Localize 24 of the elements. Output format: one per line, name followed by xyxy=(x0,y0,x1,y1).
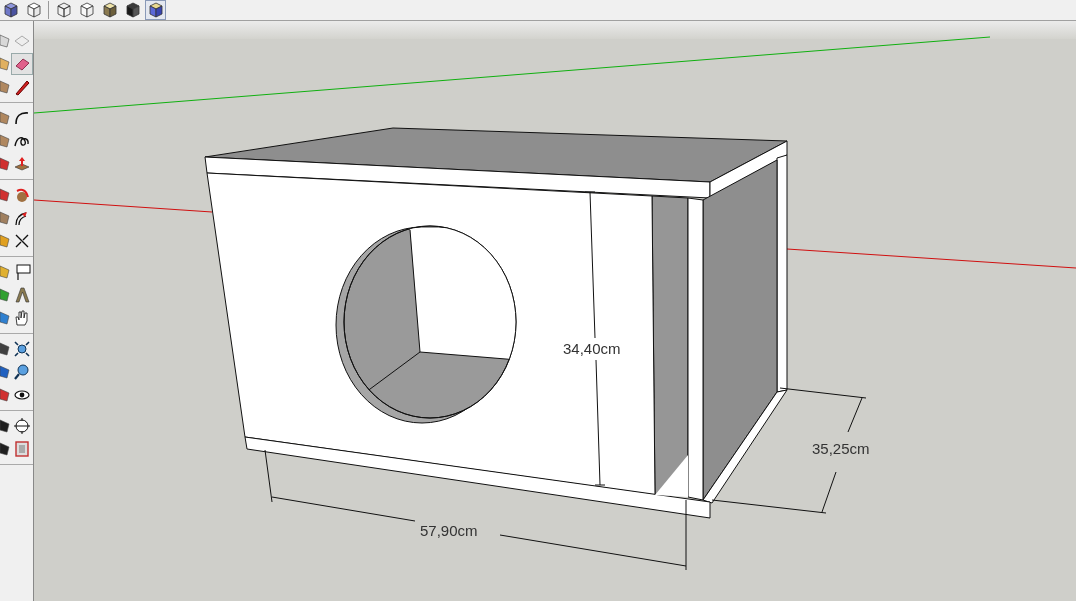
view-style-button[interactable] xyxy=(145,0,166,20)
dimension-label: 34,40cm xyxy=(563,340,621,357)
tool-button[interactable] xyxy=(11,53,33,75)
cube-icon xyxy=(146,1,165,19)
cube-icon xyxy=(54,1,73,19)
speaker-box-model[interactable] xyxy=(204,127,788,519)
tool-icon xyxy=(13,109,31,127)
cube-icon xyxy=(100,1,119,19)
cube-icon xyxy=(1,1,20,19)
cube-icon xyxy=(123,1,142,19)
tool-icon xyxy=(13,155,31,173)
tool-icon xyxy=(13,363,31,381)
tool-button[interactable] xyxy=(11,415,33,437)
tool-icon xyxy=(13,232,31,250)
tool-icon xyxy=(13,78,31,96)
tool-icon xyxy=(13,309,31,327)
dimension-label: 35,25cm xyxy=(812,440,870,457)
tool-icon xyxy=(13,417,31,435)
tool-icon xyxy=(13,340,31,358)
tool-icon xyxy=(13,286,31,304)
tool-icon xyxy=(13,440,31,458)
tool-icon xyxy=(13,263,31,281)
model-viewport[interactable]: 34,40cm 57,90cm 35,25cm xyxy=(34,21,1076,601)
dimension-label: 57,90cm xyxy=(420,522,478,539)
